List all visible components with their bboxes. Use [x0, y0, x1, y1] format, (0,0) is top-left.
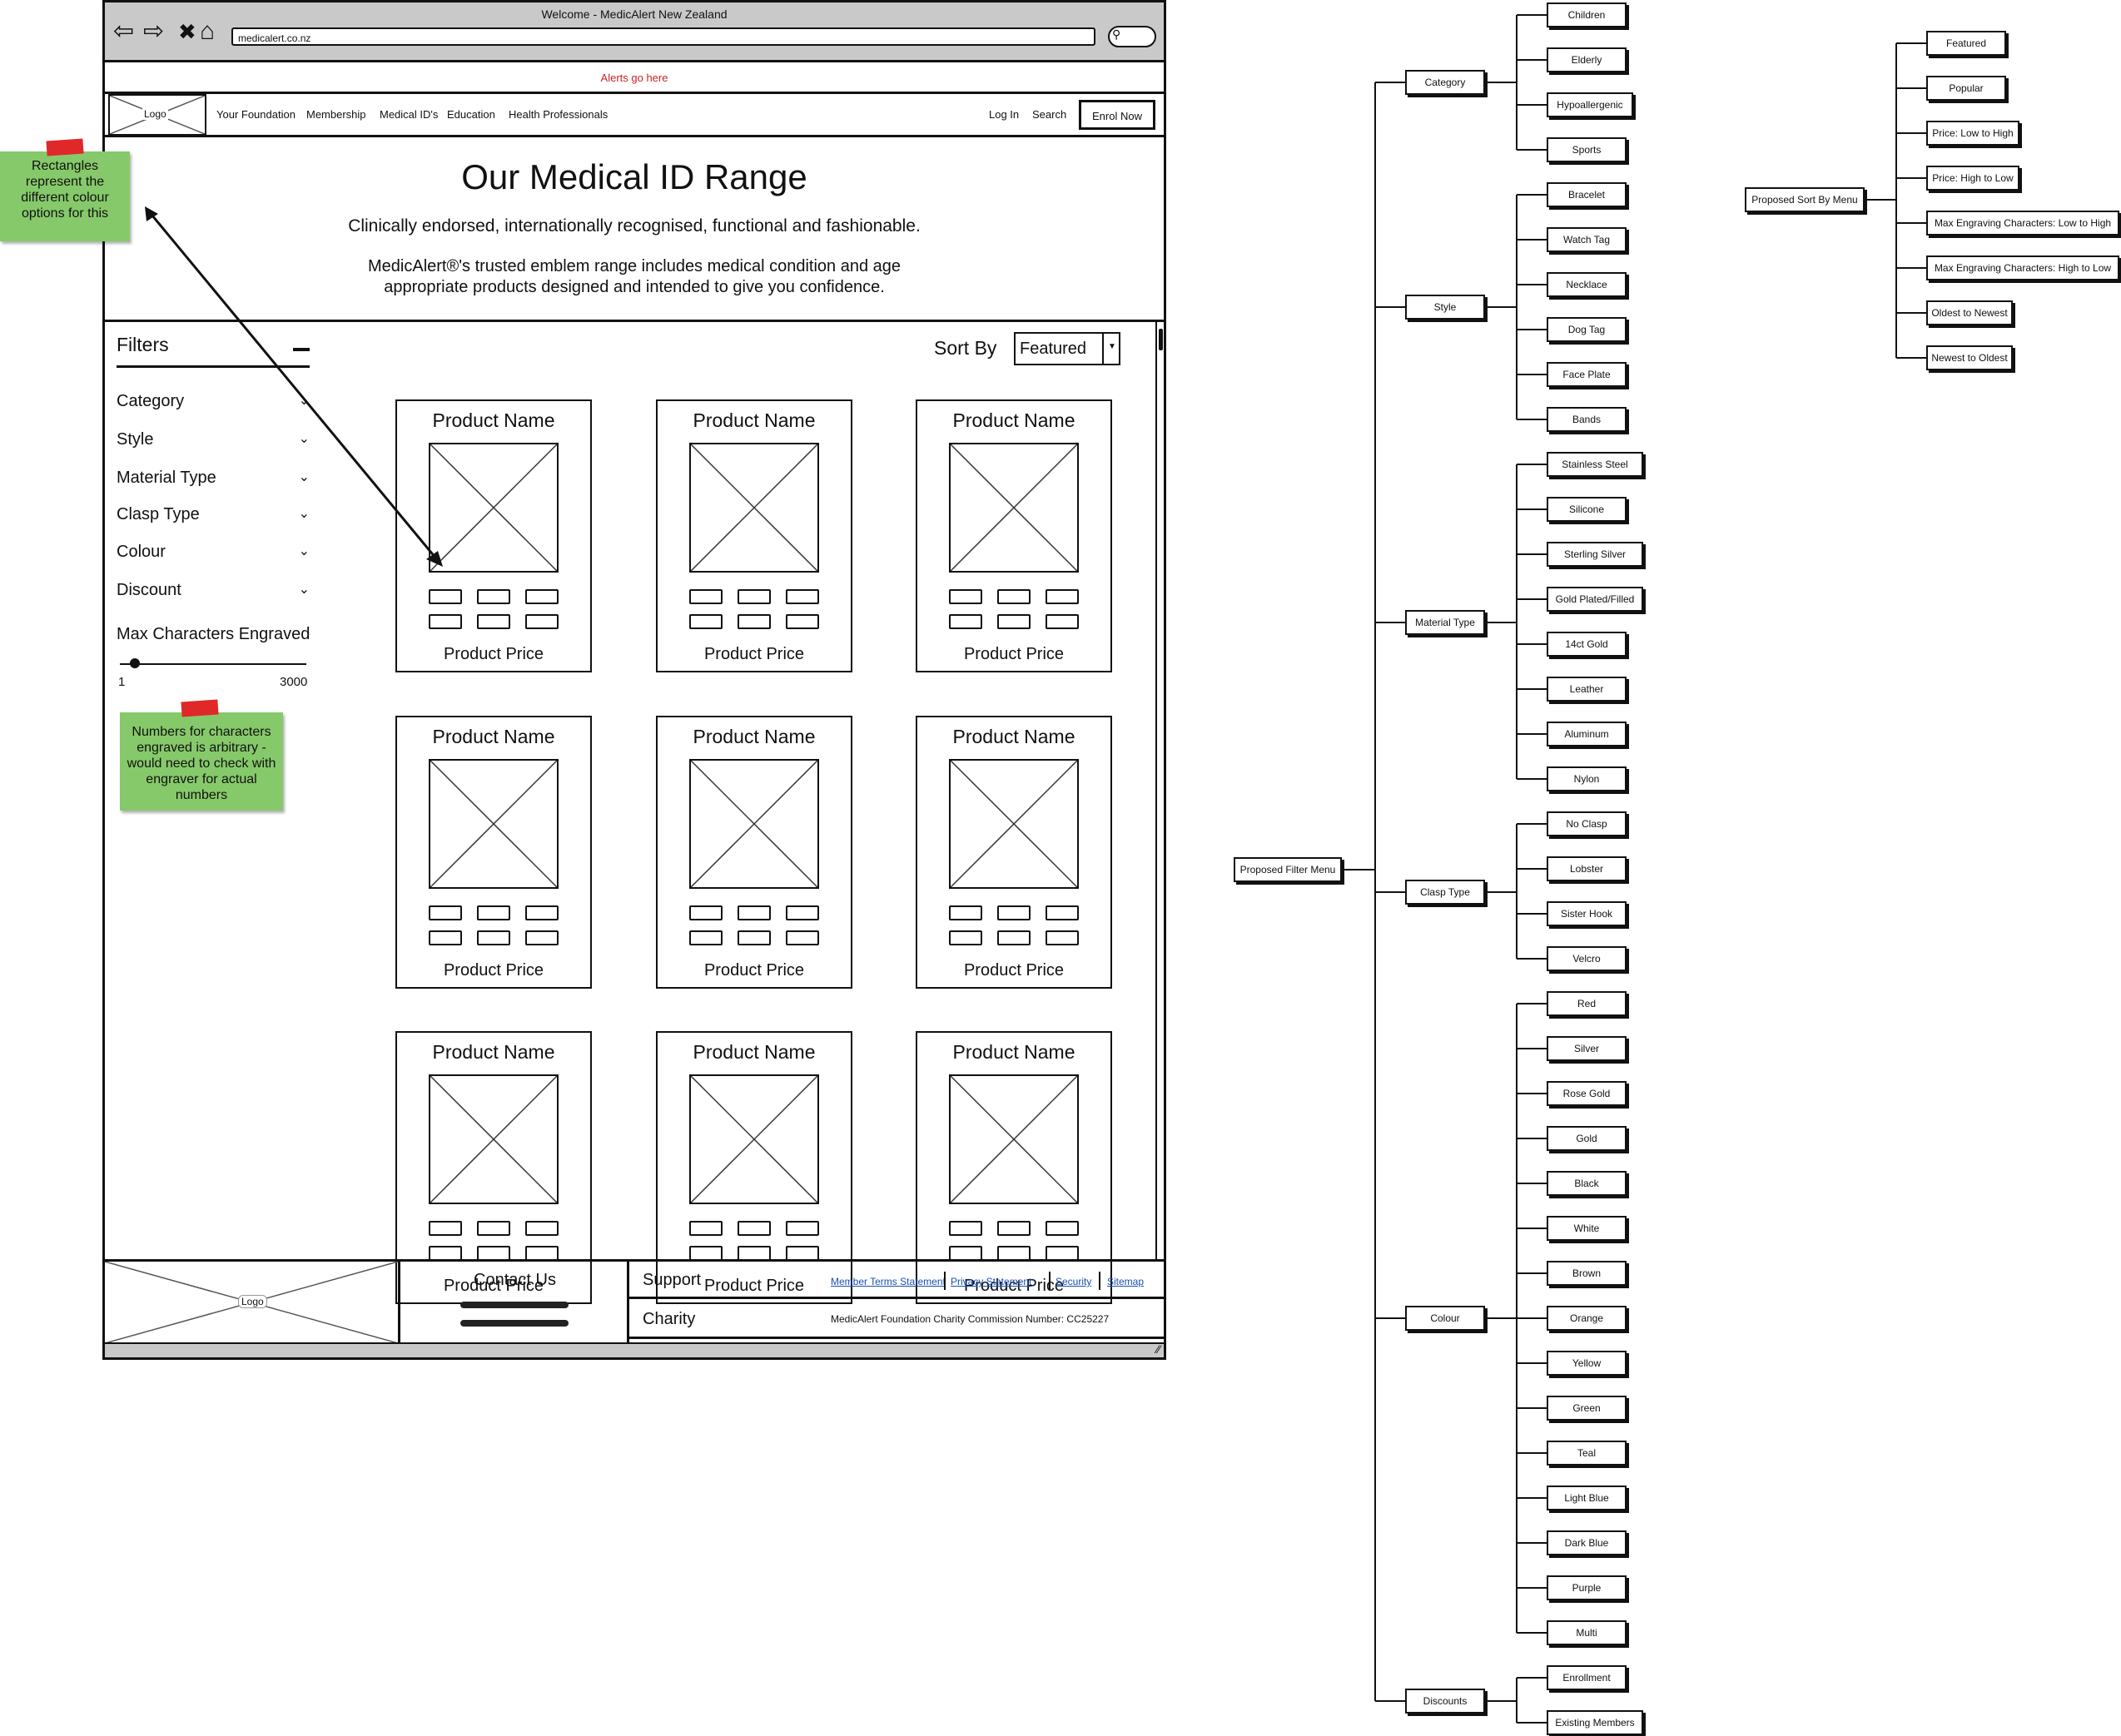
- filter-menu-option[interactable]: Velcro: [1547, 946, 1627, 971]
- filter-menu-group[interactable]: Colour: [1405, 1306, 1485, 1331]
- filter-menu-option[interactable]: Light Blue: [1547, 1486, 1627, 1510]
- filter-menu-option[interactable]: Purple: [1547, 1575, 1627, 1600]
- filter-menu-group[interactable]: Discounts: [1405, 1689, 1485, 1714]
- filter-menu-option[interactable]: Leather: [1547, 677, 1627, 702]
- sort-menu-option[interactable]: Price: Low to High: [1926, 121, 2019, 146]
- filter-menu-option[interactable]: Existing Members: [1547, 1710, 1643, 1735]
- filter-menu-group[interactable]: Material Type: [1405, 610, 1485, 635]
- filter-menu-option[interactable]: Elderly: [1547, 47, 1627, 72]
- filter-menu-option[interactable]: White: [1547, 1216, 1627, 1241]
- filter-menu-option[interactable]: Sterling Silver: [1547, 542, 1643, 567]
- filter-menu-option[interactable]: Gold: [1547, 1126, 1627, 1151]
- filter-menu-group[interactable]: Style: [1405, 295, 1485, 320]
- filter-menu-option[interactable]: Orange: [1547, 1306, 1627, 1331]
- filter-menu-option[interactable]: Silicone: [1547, 497, 1627, 522]
- filter-menu-option[interactable]: Green: [1547, 1396, 1627, 1421]
- filter-menu-option[interactable]: Bracelet: [1547, 182, 1627, 207]
- sort-menu-option[interactable]: Newest to Oldest: [1926, 345, 2013, 370]
- filter-menu-option[interactable]: Lobster: [1547, 856, 1627, 881]
- filter-menu-option[interactable]: Aluminum: [1547, 722, 1627, 746]
- sort-menu-option[interactable]: Featured: [1926, 31, 2006, 56]
- sort-menu-root[interactable]: Proposed Sort By Menu: [1745, 187, 1865, 212]
- filter-menu-option[interactable]: Bands: [1547, 407, 1627, 432]
- filter-menu-option[interactable]: Enrollment: [1547, 1665, 1627, 1690]
- filter-menu-option[interactable]: Nylon: [1547, 766, 1627, 791]
- filter-menu-option[interactable]: Black: [1547, 1171, 1627, 1196]
- filter-menu-option[interactable]: Dog Tag: [1547, 317, 1627, 342]
- menu-tree-connectors: [1342, 14, 1926, 1724]
- filter-menu-option[interactable]: Face Plate: [1547, 362, 1627, 387]
- filter-menu-option[interactable]: Necklace: [1547, 272, 1627, 297]
- filter-menu-option[interactable]: Dark Blue: [1547, 1530, 1627, 1555]
- sort-menu-option[interactable]: Max Engraving Characters: Low to High: [1926, 211, 2119, 236]
- sort-menu-option[interactable]: Oldest to Newest: [1926, 300, 2013, 325]
- sort-menu-option[interactable]: Popular: [1926, 76, 2006, 101]
- filter-menu-option[interactable]: Sports: [1547, 137, 1627, 162]
- filter-menu-option[interactable]: Teal: [1547, 1441, 1627, 1466]
- filter-menu-root[interactable]: Proposed Filter Menu: [1234, 857, 1342, 882]
- filter-menu-option[interactable]: Hypoallergenic: [1547, 92, 1633, 117]
- filter-menu-option[interactable]: Silver: [1547, 1036, 1627, 1061]
- sort-menu-option[interactable]: Price: High to Low: [1926, 166, 2019, 191]
- filter-menu-group[interactable]: Clasp Type: [1405, 880, 1485, 905]
- filter-menu-option[interactable]: Multi: [1547, 1620, 1627, 1645]
- filter-menu-option[interactable]: Watch Tag: [1547, 227, 1627, 252]
- sort-menu-option[interactable]: Max Engraving Characters: High to Low: [1926, 255, 2119, 280]
- filter-menu-option[interactable]: Rose Gold: [1547, 1081, 1627, 1106]
- filter-menu-option[interactable]: Red: [1547, 991, 1627, 1016]
- filter-menu-option[interactable]: Children: [1547, 2, 1627, 27]
- filter-menu-option[interactable]: No Clasp: [1547, 811, 1627, 836]
- filter-menu-option[interactable]: Brown: [1547, 1261, 1627, 1286]
- filter-menu-option[interactable]: Gold Plated/Filled: [1547, 587, 1643, 612]
- filter-menu-option[interactable]: 14ct Gold: [1547, 632, 1627, 657]
- filter-menu-option[interactable]: Stainless Steel: [1547, 452, 1643, 477]
- filter-menu-group[interactable]: Category: [1405, 70, 1485, 95]
- filter-menu-option[interactable]: Sister Hook: [1547, 901, 1627, 926]
- filter-menu-option[interactable]: Yellow: [1547, 1351, 1627, 1376]
